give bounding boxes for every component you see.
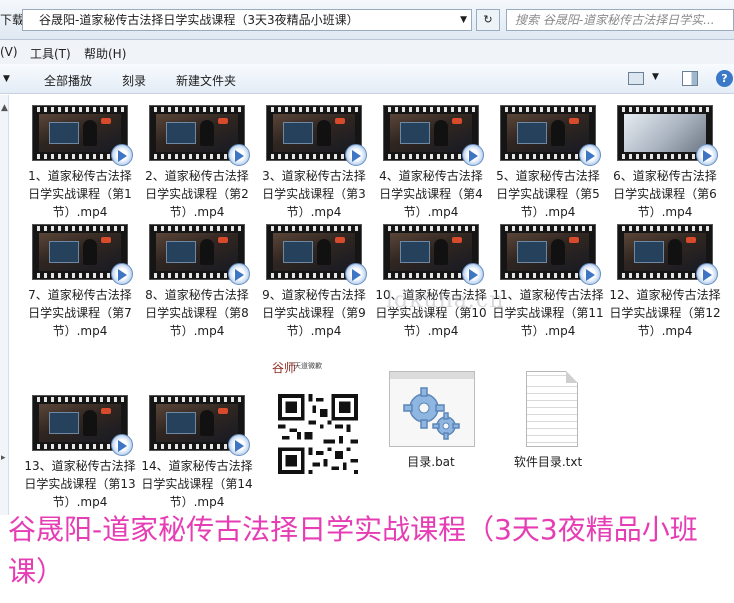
video-file-item[interactable]: 7、道家秘传古法择日学实战课程（第7节）.mp4 [24,224,136,340]
new-folder-button[interactable]: 新建文件夹 [176,72,236,89]
file-name: 8、道家秘传古法择日学实战课程（第8节）.mp4 [145,288,249,338]
video-thumbnail [617,224,718,285]
course-title-banner: 谷晟阳-道家秘传古法择日学实战课程（3天3夜精品小班课） [8,513,698,588]
video-thumbnail [266,105,367,166]
scroll-up-icon[interactable]: ▲ [1,103,8,113]
video-file-item[interactable]: 5、道家秘传古法择日学实战课程（第5节）.mp4 [492,105,604,221]
video-thumbnail [500,105,601,166]
refresh-button[interactable]: ↻ [476,9,500,31]
file-name: 7、道家秘传古法择日学实战课程（第7节）.mp4 [28,288,132,338]
media-play-icon [462,144,484,166]
file-name: 12、道家秘传古法择日学实战课程（第12节）.mp4 [609,288,721,338]
video-thumbnail [383,105,484,166]
text-file-icon [500,363,596,447]
address-bar-row: 下载 谷晟阳-道家秘传古法择日学实战课程（3天3夜精品小班课） ▼ ↻ 搜索 谷… [0,0,734,40]
file-name: 5、道家秘传古法择日学实战课程（第5节）.mp4 [496,169,600,219]
play-all-button[interactable]: 全部播放 [44,72,92,89]
file-name: 14、道家秘传古法择日学实战课程（第14节）.mp4 [141,459,253,509]
video-thumbnail [149,395,250,456]
video-thumbnail [383,224,484,285]
video-file-item[interactable]: 4、道家秘传古法择日学实战课程（第4节）.mp4 [375,105,487,221]
command-bar: ▼ 全部播放 刻录 新建文件夹 ▼ ? [0,64,734,94]
file-name: 2、道家秘传古法择日学实战课程（第2节）.mp4 [145,169,249,219]
media-play-icon [111,144,133,166]
video-file-item[interactable]: 11、道家秘传古法择日学实战课程（第11节）.mp4 [492,224,604,340]
video-thumbnail [149,105,250,166]
video-file-item[interactable]: 6、道家秘传古法择日学实战课程（第6节）.mp4 [609,105,721,221]
seal-logo: 谷师 [272,361,297,375]
media-play-icon [228,144,250,166]
file-name: 1、道家秘传古法择日学实战课程（第1节）.mp4 [28,169,132,219]
video-thumbnail [32,395,133,456]
scroll-arrow-icon[interactable]: ▸ [1,453,6,463]
chevron-down-icon[interactable]: ▼ [460,10,467,30]
burn-button[interactable]: 刻录 [122,72,146,89]
video-thumbnail [500,224,601,285]
video-file-item[interactable]: 12、道家秘传古法择日学实战课程（第12节）.mp4 [609,224,721,340]
video-thumbnail [32,105,133,166]
organize-chevron-icon[interactable]: ▼ [3,74,10,84]
video-thumbnail [266,224,367,285]
media-play-icon [111,434,133,456]
video-file-item[interactable]: 10、道家秘传古法择日学实战课程（第10节）.mp4 [375,224,487,340]
file-name: 9、道家秘传古法择日学实战课程（第9节）.mp4 [262,288,366,338]
txt-file-item[interactable]: 软件目录.txt [492,363,604,471]
video-thumbnail [617,105,718,166]
file-name: 软件目录.txt [513,455,583,469]
media-play-icon [696,144,718,166]
menu-view[interactable]: (V) [0,45,18,59]
media-play-icon [579,263,601,285]
media-play-icon [228,263,250,285]
qr-code-icon [278,394,358,474]
view-options-icon[interactable] [628,72,644,85]
video-file-item[interactable]: 13、道家秘传古法择日学实战课程（第13节）.mp4 [24,395,136,511]
file-name: 目录.bat [407,455,455,469]
address-path-text: 谷晟阳-道家秘传古法择日学实战课程（3天3夜精品小班课） [39,13,359,27]
file-name: 11、道家秘传古法择日学实战课程（第11节）.mp4 [492,288,604,338]
menu-bar: (V) 工具(T) 帮助(H) [0,40,734,64]
media-play-icon [345,263,367,285]
media-play-icon [228,434,250,456]
qr-caption: 天道微歉 [294,362,322,370]
watermark-text: ldkuna.cn [386,288,505,313]
file-name: 4、道家秘传古法择日学实战课程（第4节）.mp4 [379,169,483,219]
file-name: 6、道家秘传古法择日学实战课程（第6节）.mp4 [613,169,717,219]
file-name: 13、道家秘传古法择日学实战课程（第13节）.mp4 [24,459,136,509]
video-thumbnail [149,224,250,285]
media-play-icon [462,263,484,285]
search-input[interactable]: 搜索 谷晟阳-道家秘传古法择日学实... [506,9,734,31]
video-file-item[interactable]: 9、道家秘传古法择日学实战课程（第9节）.mp4 [258,224,370,340]
media-play-icon [579,144,601,166]
gears-icon [383,363,479,447]
video-file-item[interactable]: 1、道家秘传古法择日学实战课程（第1节）.mp4 [24,105,136,221]
navigation-pane-edge: ▲ ▸ [0,95,9,515]
chevron-down-icon[interactable]: ▼ [652,72,659,82]
menu-tools[interactable]: 工具(T) [30,45,71,62]
media-play-icon [696,263,718,285]
file-name: 3、道家秘传古法择日学实战课程（第3节）.mp4 [262,169,366,219]
media-play-icon [111,263,133,285]
menu-help[interactable]: 帮助(H) [84,45,126,62]
qr-code-image-item[interactable]: 谷师 天道微歉 [268,355,368,500]
media-play-icon [345,144,367,166]
preview-pane-icon[interactable] [682,71,698,86]
video-file-item[interactable]: 3、道家秘传古法择日学实战课程（第3节）.mp4 [258,105,370,221]
address-path-field[interactable]: 谷晟阳-道家秘传古法择日学实战课程（3天3夜精品小班课） ▼ [22,9,472,31]
video-file-item[interactable]: 14、道家秘传古法择日学实战课程（第14节）.mp4 [141,395,253,511]
help-icon[interactable]: ? [716,70,733,87]
video-file-item[interactable]: 8、道家秘传古法择日学实战课程（第8节）.mp4 [141,224,253,340]
bat-file-item[interactable]: 目录.bat [375,363,487,471]
address-left-fragment[interactable]: 下载 [0,11,24,28]
video-thumbnail [32,224,133,285]
video-file-item[interactable]: 2、道家秘传古法择日学实战课程（第2节）.mp4 [141,105,253,221]
